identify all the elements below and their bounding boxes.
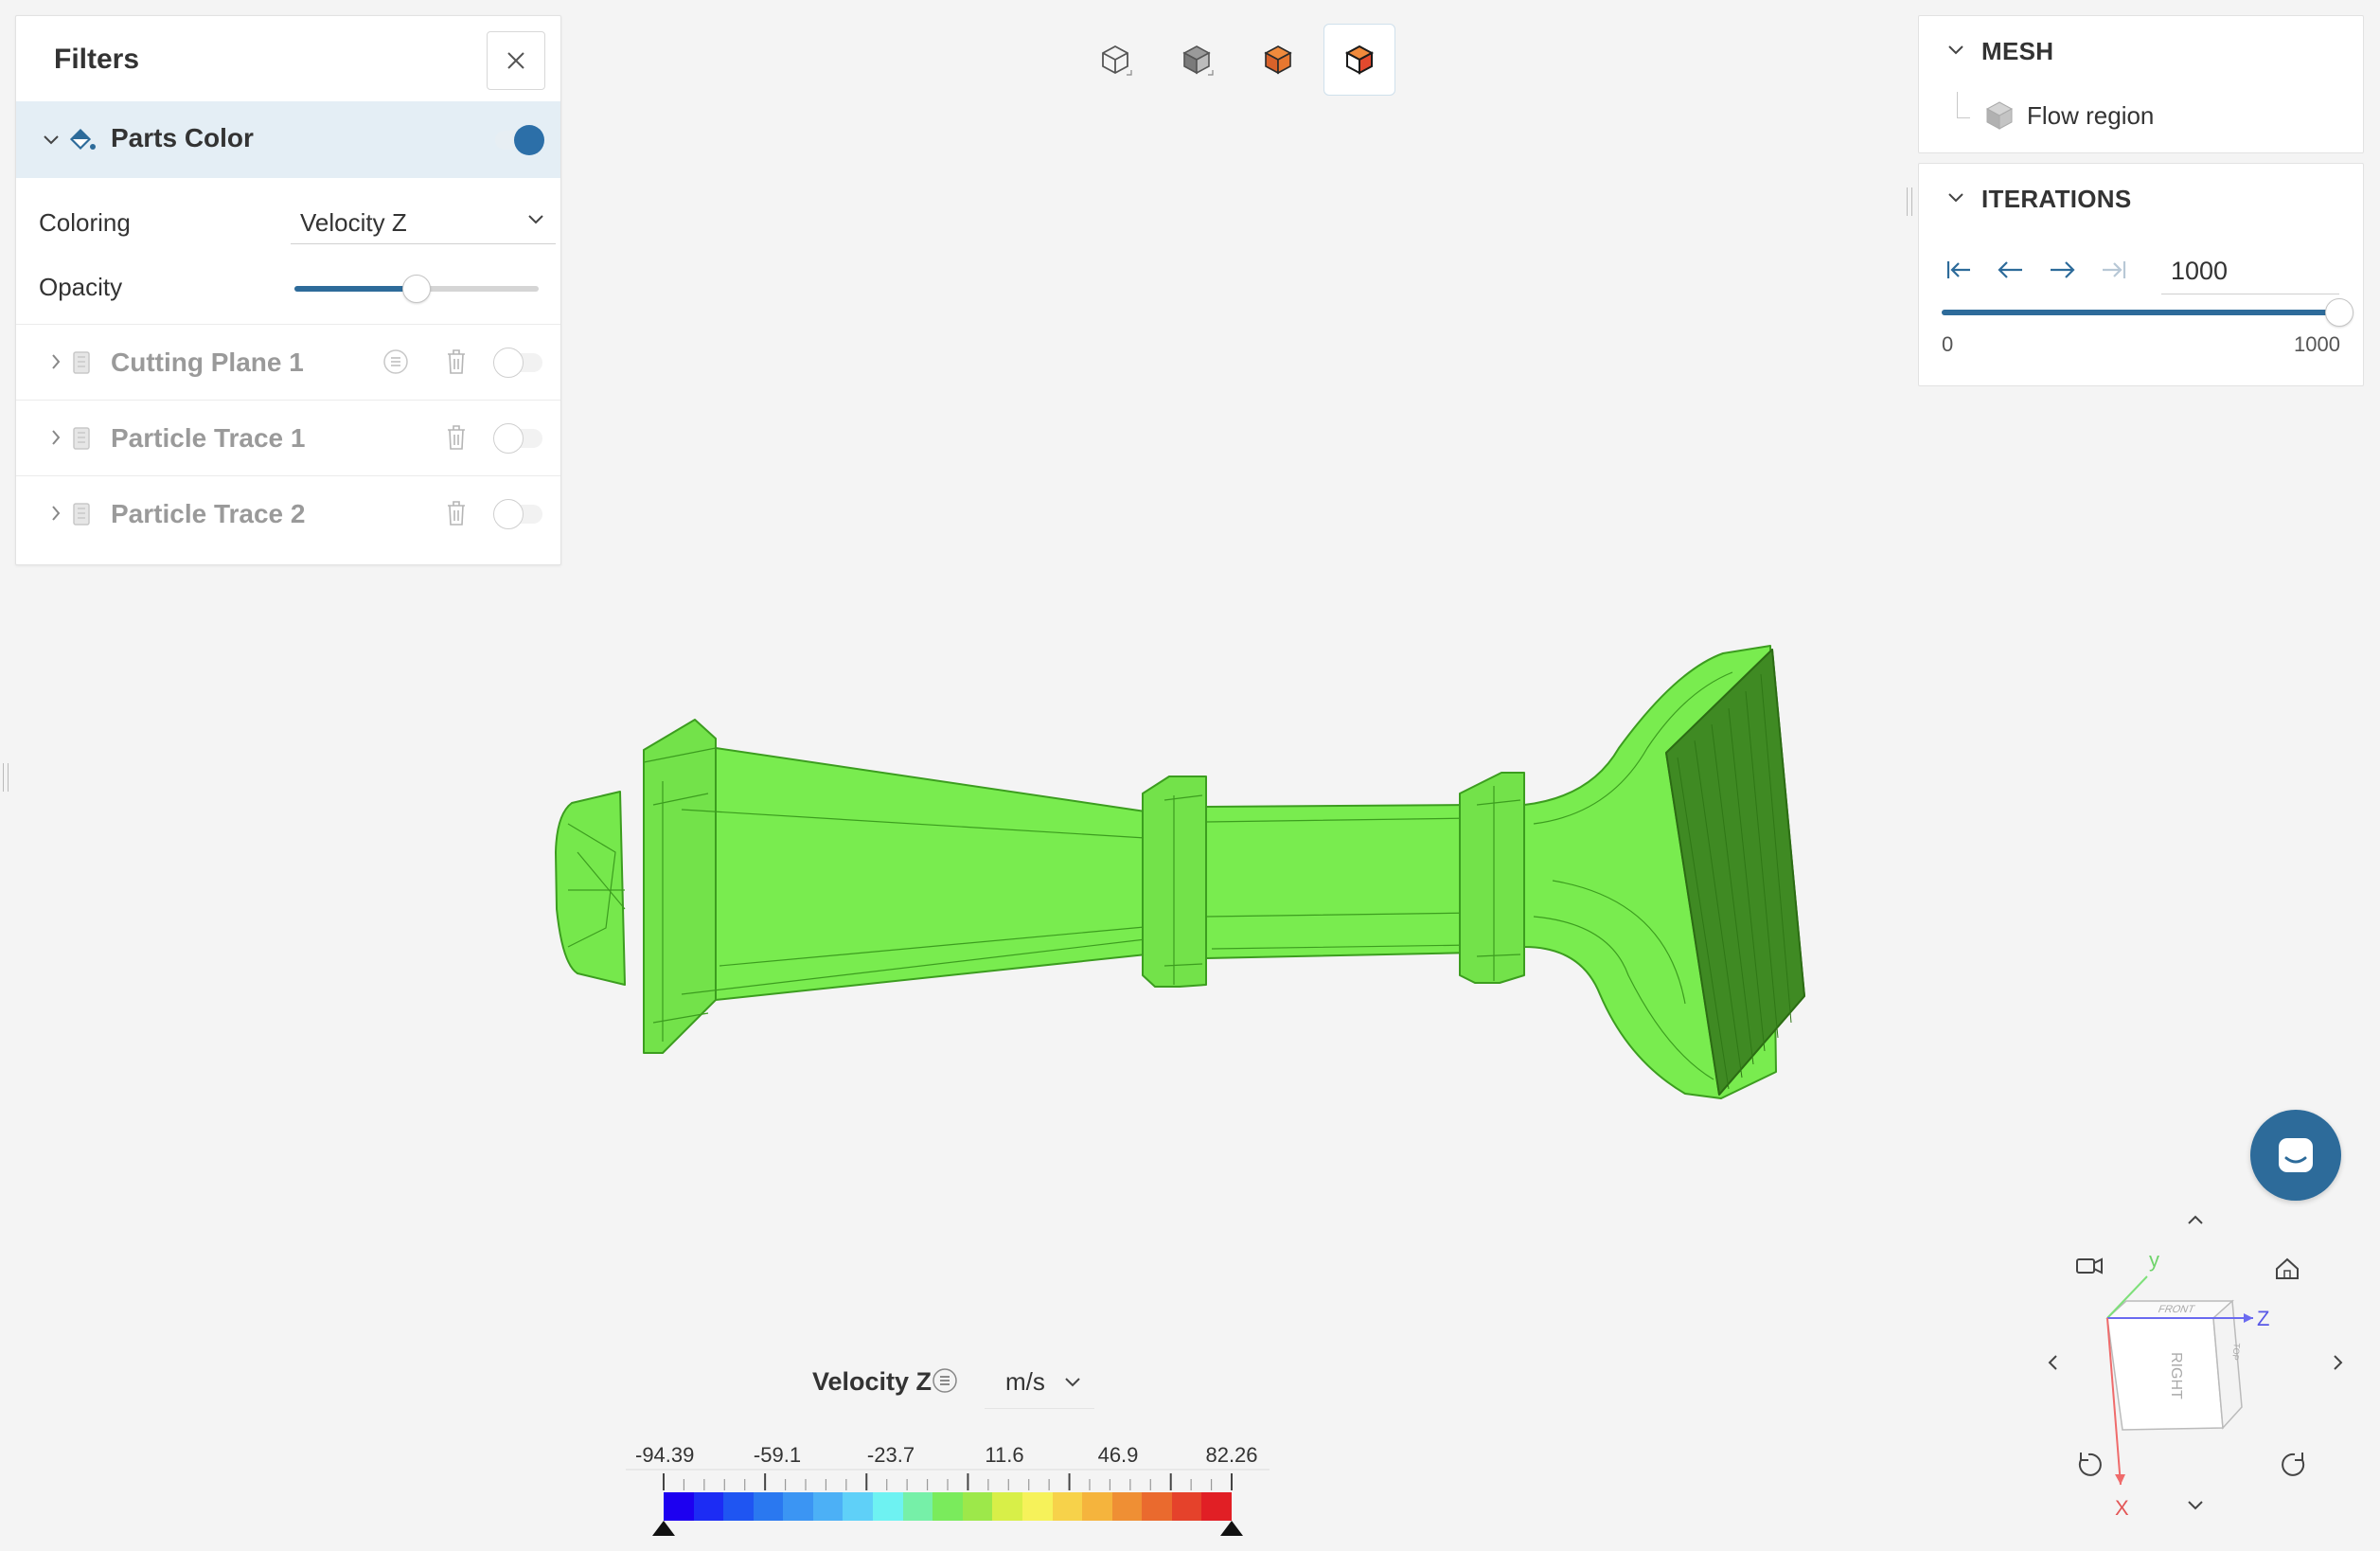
colorbar-swatch bbox=[902, 1492, 933, 1521]
legend-min-handle-icon[interactable] bbox=[649, 1519, 678, 1538]
colorbar-swatch bbox=[723, 1492, 754, 1521]
axis-z-arrow bbox=[2244, 1313, 2253, 1323]
axis-x-label: X bbox=[2115, 1496, 2129, 1520]
left-panel-resize-handle[interactable] bbox=[3, 763, 9, 792]
rotate-ccw-icon[interactable] bbox=[2078, 1453, 2102, 1476]
app-root: Filters Parts Color Coloring Velocity Z … bbox=[0, 0, 2380, 1551]
colorbar-swatch bbox=[783, 1492, 813, 1521]
rotate-cw-icon[interactable] bbox=[2282, 1453, 2305, 1476]
rotate-right-icon[interactable] bbox=[2334, 1355, 2343, 1370]
axis-x-arrow bbox=[2115, 1474, 2125, 1485]
rotate-up-icon[interactable] bbox=[2188, 1215, 2203, 1224]
colorbar-swatch bbox=[1142, 1492, 1172, 1521]
colorbar-swatch bbox=[932, 1492, 963, 1521]
colorbar-swatch bbox=[1021, 1492, 1053, 1521]
colorbar-swatch bbox=[1171, 1492, 1202, 1521]
rotate-left-icon[interactable] bbox=[2048, 1355, 2057, 1370]
cube-face-top[interactable]: TOP bbox=[2230, 1343, 2242, 1361]
colorbar-swatch bbox=[1201, 1492, 1232, 1521]
legend-tick-marks bbox=[626, 1469, 1270, 1490]
colorbar-swatch bbox=[664, 1492, 694, 1521]
cube-face-right[interactable]: RIGHT bbox=[2168, 1352, 2184, 1399]
axis-y-label: y bbox=[2149, 1248, 2159, 1272]
navigation-cube[interactable]: FRONT RIGHT TOP y Z X bbox=[2035, 1203, 2367, 1534]
colorbar-swatch bbox=[1052, 1492, 1083, 1521]
colorbar-swatch bbox=[693, 1492, 724, 1521]
camera-icon[interactable] bbox=[2076, 1257, 2103, 1275]
right-panel-resize-handle[interactable] bbox=[1907, 187, 1912, 216]
home-icon[interactable] bbox=[2276, 1257, 2299, 1279]
rotate-down-icon[interactable] bbox=[2188, 1501, 2203, 1510]
colorbar-swatch bbox=[962, 1492, 993, 1521]
colorbar-swatch bbox=[873, 1492, 903, 1521]
legend-max-handle-icon[interactable] bbox=[1217, 1519, 1246, 1538]
colorbar-swatch bbox=[812, 1492, 844, 1521]
orientation-cube[interactable]: FRONT RIGHT TOP bbox=[2105, 1299, 2243, 1431]
cube-face-front[interactable]: FRONT bbox=[2157, 1304, 2196, 1315]
colorbar-swatch bbox=[753, 1492, 784, 1521]
colorbar-swatch bbox=[843, 1492, 874, 1521]
colorbar-swatch bbox=[992, 1492, 1022, 1521]
legend-colorbar bbox=[664, 1492, 1232, 1521]
colorbar-swatch bbox=[1111, 1492, 1143, 1521]
axis-z-label: Z bbox=[2257, 1307, 2269, 1330]
colorbar-swatch bbox=[1082, 1492, 1112, 1521]
